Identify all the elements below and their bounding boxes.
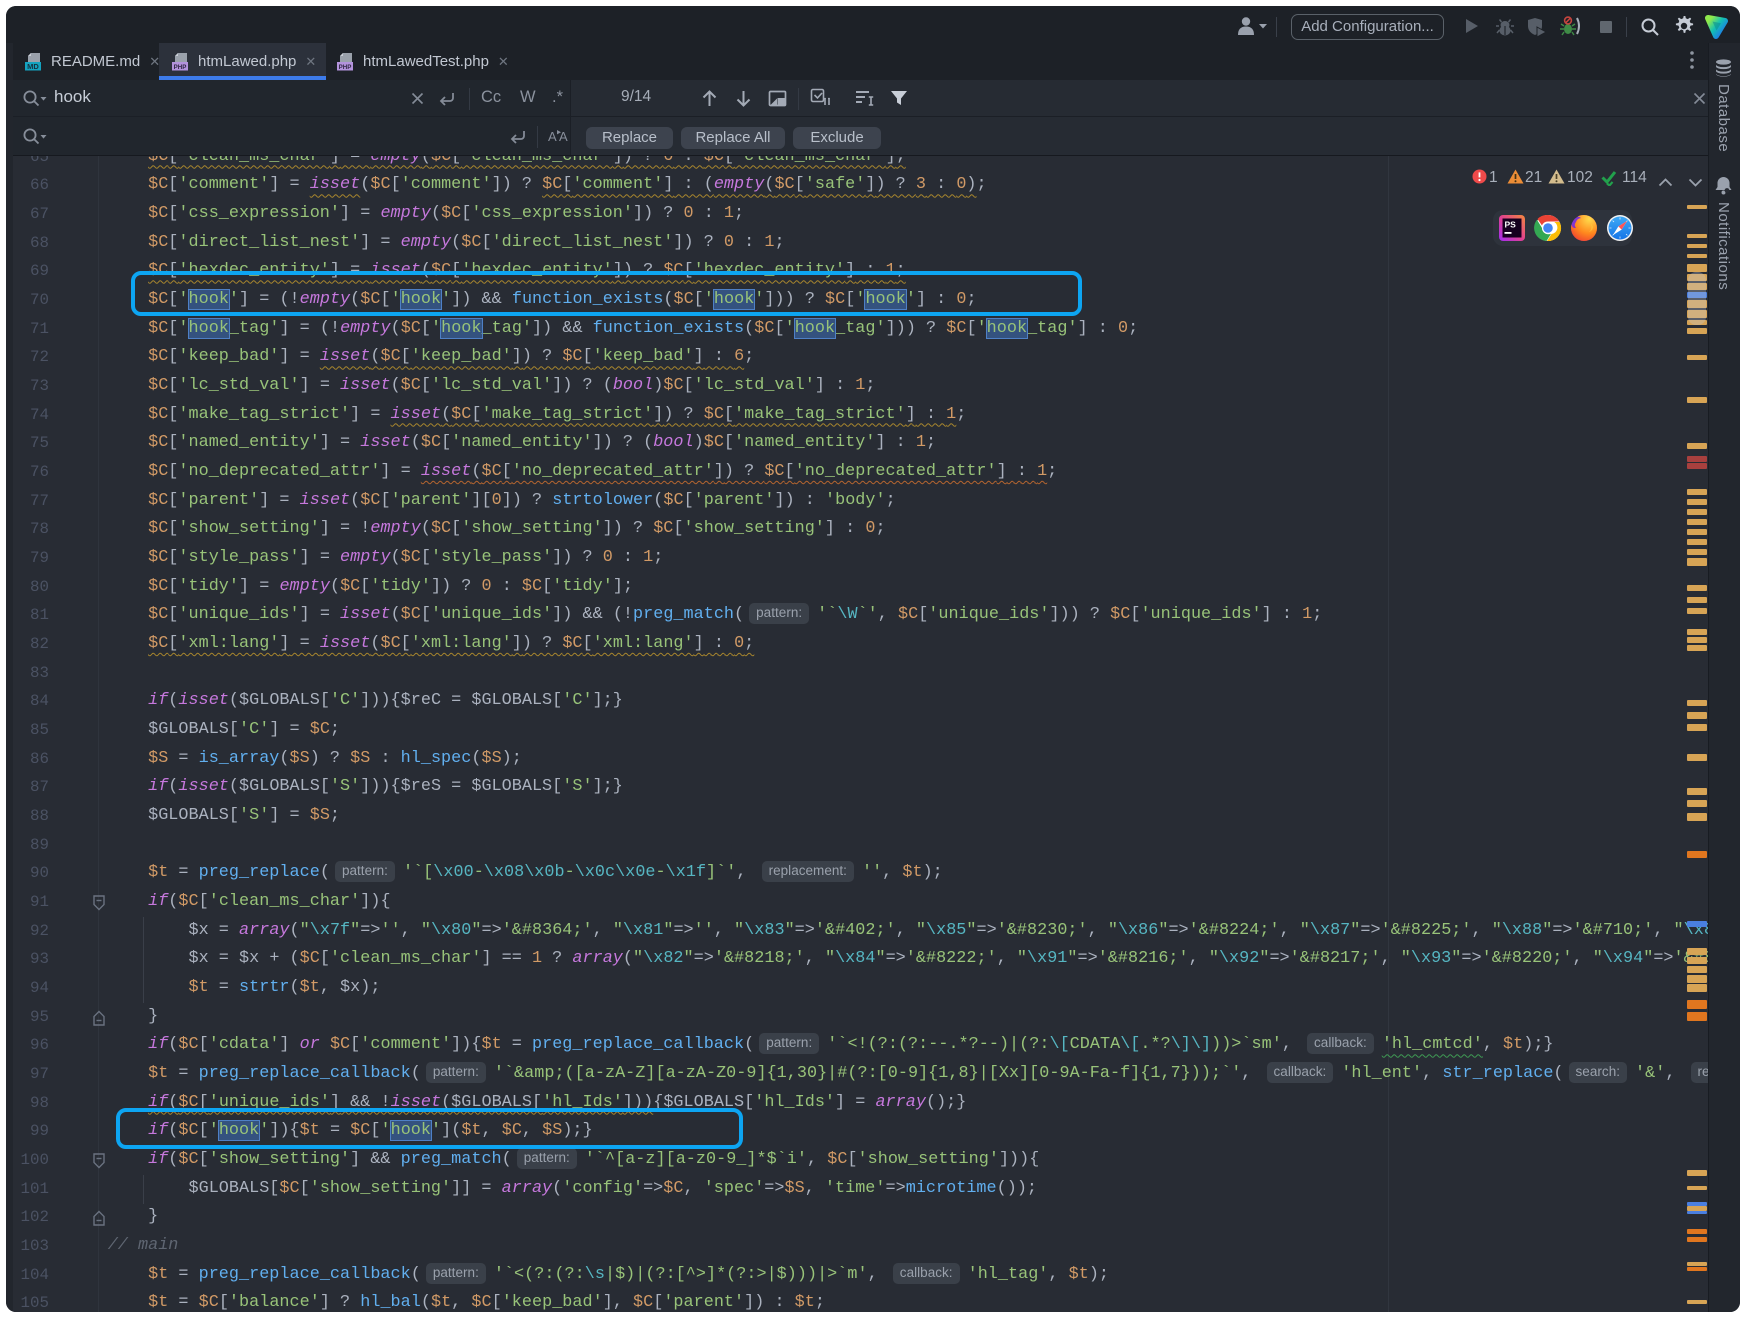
svg-text:A: A (548, 129, 557, 144)
svg-text:A: A (559, 129, 568, 144)
svg-text:MD: MD (27, 61, 39, 70)
svg-text:PHP: PHP (339, 63, 352, 70)
svg-text:PS: PS (1505, 220, 1517, 230)
svg-text:PHP: PHP (174, 63, 187, 70)
